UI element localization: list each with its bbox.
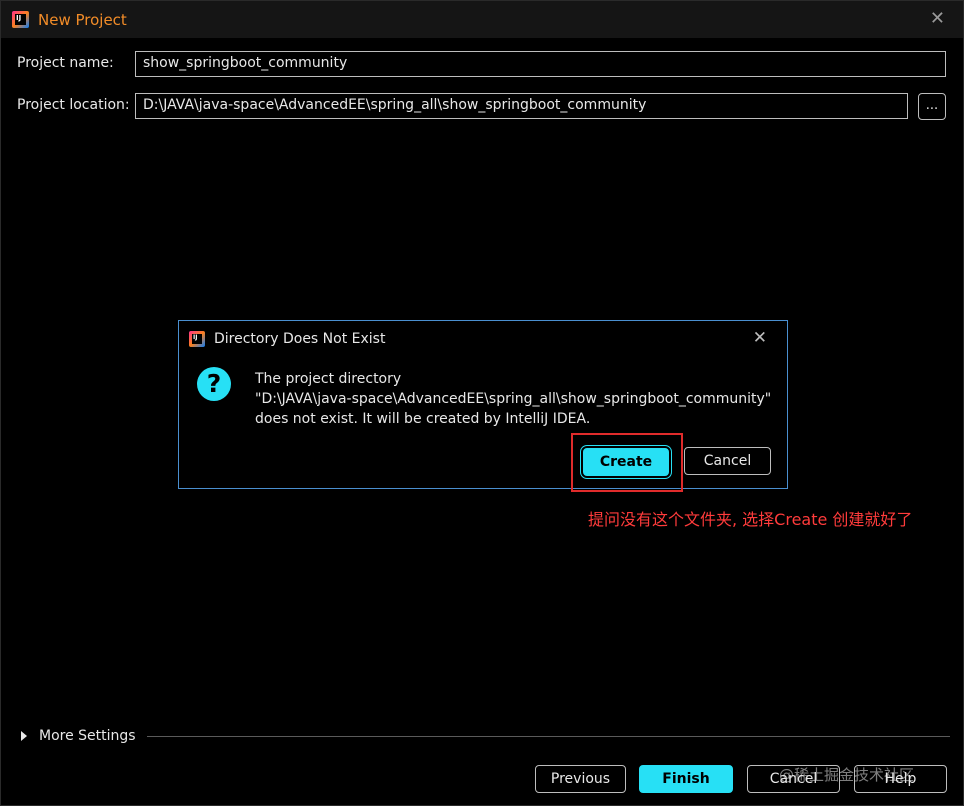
browse-button[interactable]: ... — [918, 93, 946, 120]
dialog-close-icon[interactable]: ✕ — [753, 330, 767, 347]
intellij-logo-icon: IJ — [12, 11, 29, 28]
dialog-title: Directory Does Not Exist — [214, 331, 386, 347]
project-location-label: Project location: — [17, 97, 130, 113]
more-settings-toggle[interactable]: More Settings — [21, 726, 136, 746]
title-bar: IJ New Project ✕ — [1, 1, 963, 38]
finish-button[interactable]: Finish — [639, 765, 733, 793]
directory-not-exist-dialog: IJ Directory Does Not Exist ✕ ? The proj… — [178, 320, 788, 489]
window-title: New Project — [38, 10, 127, 29]
previous-button[interactable]: Previous — [535, 765, 626, 793]
separator — [147, 736, 950, 737]
annotation-note: 提问没有这个文件夹, 选择Create 创建就好了 — [588, 510, 913, 529]
dialog-title-bar: IJ Directory Does Not Exist ✕ — [179, 321, 787, 357]
watermark: @稀土掘金技术社区 — [779, 766, 915, 784]
new-project-window: IJ New Project ✕ Project name: show_spri… — [0, 0, 964, 806]
project-name-label: Project name: — [17, 55, 114, 71]
dialog-message-line: The project directory — [255, 371, 402, 387]
dialog-message: The project directory "D:\JAVA\java-spac… — [255, 369, 771, 429]
close-icon[interactable]: ✕ — [930, 10, 945, 28]
annotation-highlight-box — [571, 433, 683, 492]
dialog-message-line: does not exist. It will be created by In… — [255, 411, 591, 427]
expand-arrow-icon — [21, 731, 27, 741]
dialog-cancel-button[interactable]: Cancel — [684, 447, 771, 475]
dialog-message-path: "D:\JAVA\java-space\AdvancedEE\spring_al… — [255, 391, 772, 407]
project-name-input[interactable]: show_springboot_community — [135, 51, 946, 77]
project-location-input[interactable]: D:\JAVA\java-space\AdvancedEE\spring_all… — [135, 93, 908, 119]
more-settings-label: More Settings — [39, 728, 136, 744]
question-icon: ? — [197, 367, 231, 401]
intellij-logo-icon: IJ — [189, 331, 205, 347]
